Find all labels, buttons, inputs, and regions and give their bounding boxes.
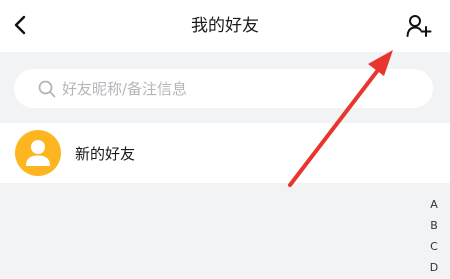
add-user-icon <box>406 15 432 37</box>
avatar <box>15 130 61 176</box>
top-nav-bar: 我的好友 <box>0 0 450 52</box>
user-silhouette-icon <box>26 140 50 166</box>
index-letter-a[interactable]: A <box>430 194 438 215</box>
index-letter-b[interactable]: B <box>430 215 438 236</box>
index-letter-c[interactable]: C <box>430 236 438 257</box>
chevron-left-icon <box>14 15 26 35</box>
back-button[interactable] <box>6 10 34 40</box>
search-placeholder: 好友昵称/备注信息 <box>62 80 188 98</box>
new-friends-item[interactable]: 新的好友 <box>0 123 450 183</box>
search-input[interactable]: 好友昵称/备注信息 <box>14 69 433 108</box>
page-title: 我的好友 <box>191 16 259 36</box>
alphabet-index-bar[interactable]: A B C D <box>424 194 444 278</box>
new-friends-label: 新的好友 <box>75 144 136 163</box>
add-friend-button[interactable] <box>402 10 436 42</box>
search-icon <box>38 80 56 97</box>
index-letter-d[interactable]: D <box>430 257 438 278</box>
